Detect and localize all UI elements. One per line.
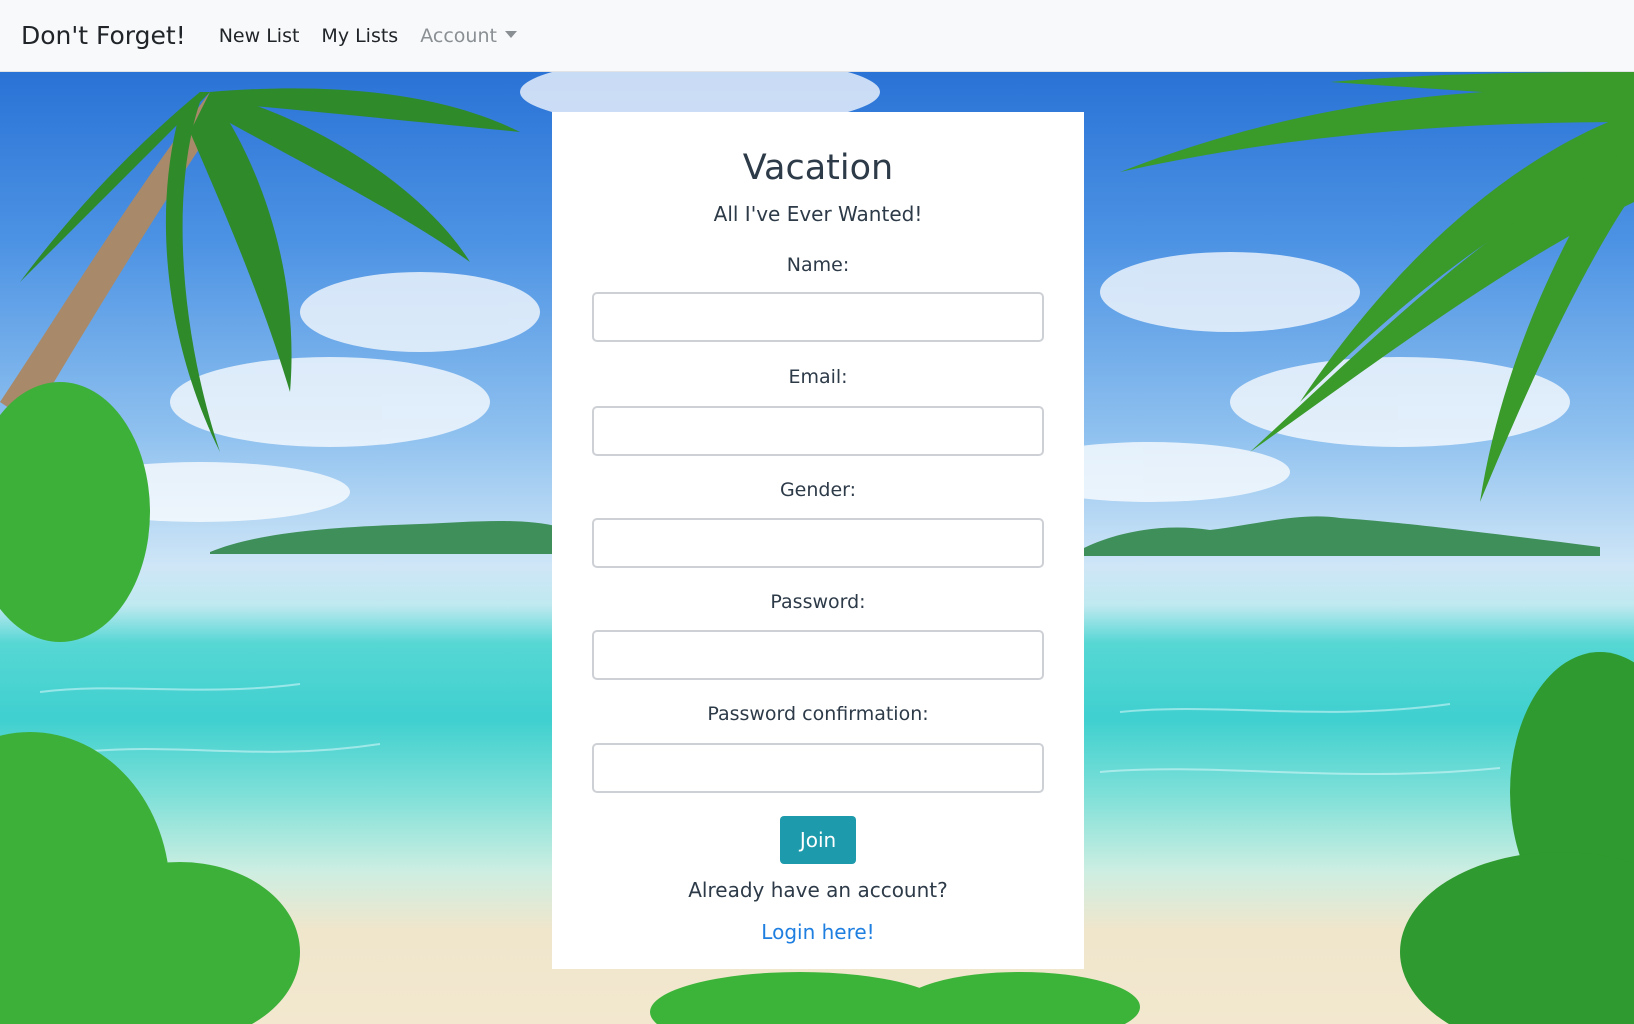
nav-account-label: Account — [420, 24, 497, 47]
password-confirmation-label: Password confirmation: — [707, 703, 929, 725]
name-input[interactable] — [592, 292, 1044, 342]
name-label: Name: — [786, 254, 850, 276]
password-confirmation-input[interactable] — [592, 743, 1044, 793]
join-button[interactable]: Join — [780, 816, 856, 864]
gender-label: Gender: — [779, 479, 857, 501]
password-label: Password: — [770, 591, 866, 613]
page-subtitle: All I've Ever Wanted! — [713, 202, 923, 226]
nav-new-list[interactable]: New List — [219, 25, 300, 47]
login-link[interactable]: Login here! — [552, 920, 1084, 944]
password-input[interactable] — [592, 630, 1044, 680]
email-input[interactable] — [592, 406, 1044, 456]
caret-down-icon — [504, 30, 517, 38]
signup-card: Vacation All I've Ever Wanted! Name: Ema… — [552, 112, 1084, 969]
navbar: Don't Forget! New List My Lists Account — [0, 0, 1634, 72]
gender-input[interactable] — [592, 518, 1044, 568]
nav-account-dropdown[interactable]: Account — [420, 25, 517, 47]
brand-link[interactable]: Don't Forget! — [21, 21, 186, 50]
email-label: Email: — [788, 366, 848, 388]
nav-my-lists[interactable]: My Lists — [321, 25, 398, 47]
already-have-account-text: Already have an account? — [688, 878, 948, 902]
page-title: Vacation — [742, 148, 894, 188]
